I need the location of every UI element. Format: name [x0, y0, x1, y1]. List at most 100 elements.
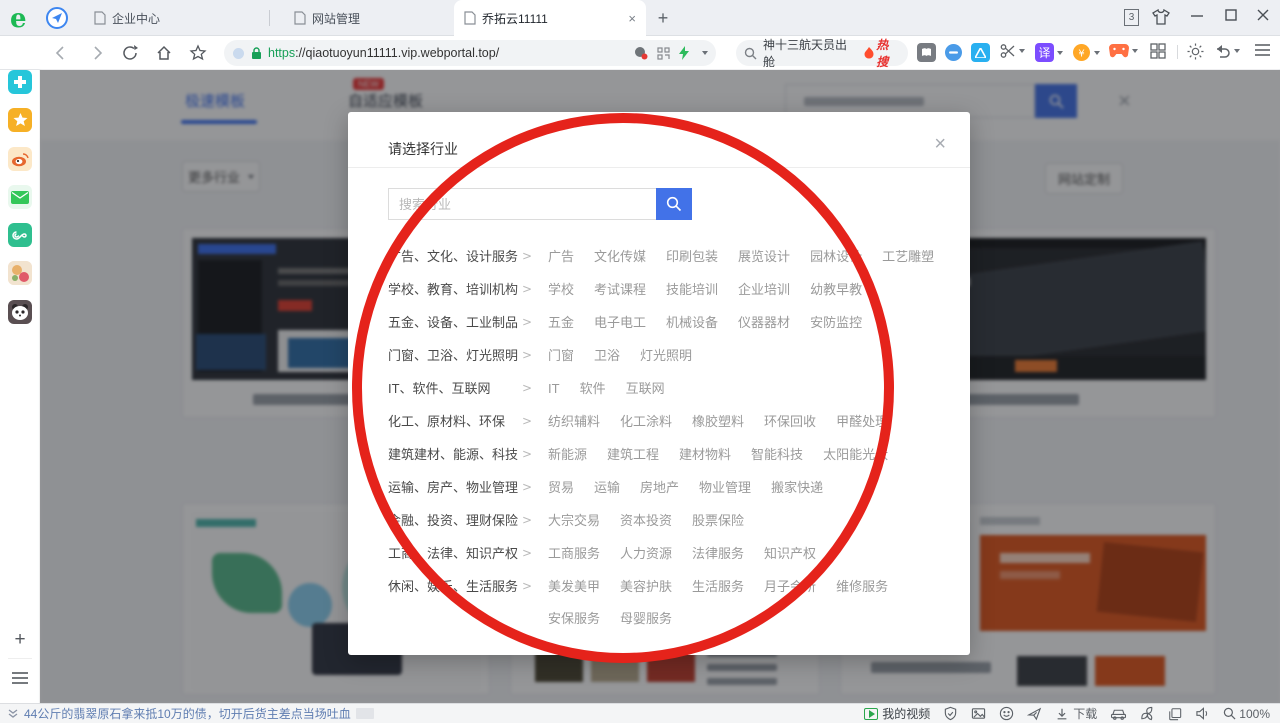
tab-close-icon[interactable]: × [628, 11, 636, 26]
list-icon[interactable] [8, 666, 32, 690]
sub-industry-item[interactable]: 电子电工 [594, 312, 646, 333]
category-label[interactable]: 化工、原材料、环保 [388, 411, 522, 432]
sub-industry-item[interactable]: 物业管理 [699, 477, 751, 498]
maximize-button[interactable] [1224, 7, 1240, 23]
forward-icon[interactable] [88, 44, 106, 62]
industry-search-button[interactable] [656, 188, 692, 220]
sub-industry-item[interactable]: 安防监控 [810, 312, 862, 333]
weibo-icon[interactable] [8, 147, 32, 171]
category-label[interactable]: IT、软件、互联网 [388, 378, 522, 399]
category-label[interactable]: 金融、投资、理财保险 [388, 510, 522, 531]
chevron-down-icon[interactable] [702, 51, 708, 55]
chevron-double-down-icon[interactable] [8, 709, 18, 719]
sub-industry-item[interactable]: 维修服务 [836, 576, 888, 597]
sub-industry-item[interactable]: 资本投资 [620, 510, 672, 531]
sub-industry-item[interactable]: 互联网 [626, 378, 665, 399]
sub-industry-item[interactable]: 企业培训 [738, 279, 790, 300]
notebook-icon[interactable] [917, 43, 936, 62]
sub-industry-item[interactable]: 太阳能光伏 [823, 444, 888, 465]
sub-industry-item[interactable]: 工艺雕塑 [882, 246, 934, 267]
sub-industry-item[interactable]: 广告 [548, 246, 574, 267]
dialog-close-icon[interactable]: × [934, 134, 946, 154]
sub-industry-item[interactable]: 股票保险 [692, 510, 744, 531]
download-button[interactable]: 下载 [1055, 705, 1097, 722]
chevron-down-icon[interactable] [1132, 49, 1138, 53]
industry-search-input[interactable] [388, 188, 656, 220]
car-icon[interactable] [1110, 707, 1127, 720]
sub-industry-item[interactable]: 门窗 [548, 345, 574, 366]
sub-industry-item[interactable]: 环保回收 [764, 411, 816, 432]
chevron-down-icon[interactable] [1094, 51, 1100, 55]
zoom-control[interactable]: 100% [1223, 707, 1270, 721]
sub-industry-item[interactable]: 美发美甲 [548, 576, 600, 597]
art-app-icon[interactable] [8, 261, 32, 285]
sub-industry-item[interactable]: 智能科技 [751, 444, 803, 465]
sub-industry-item[interactable]: 知识产权 [764, 543, 816, 564]
chevron-down-icon[interactable] [1234, 49, 1240, 53]
sub-industry-item[interactable]: 仪器器材 [738, 312, 790, 333]
address-bar[interactable]: https://qiaotuoyun11111.vip.webportal.to… [224, 40, 716, 66]
sub-industry-item[interactable]: 母婴服务 [620, 608, 672, 629]
site-info-icon[interactable] [232, 47, 245, 60]
shirt-icon[interactable] [1152, 9, 1170, 25]
image-icon[interactable] [971, 706, 986, 721]
category-label[interactable]: 门窗、卫浴、灯光照明 [388, 345, 522, 366]
category-label[interactable]: 五金、设备、工业制品 [388, 312, 522, 333]
sub-industry-item[interactable]: 化工涂料 [620, 411, 672, 432]
hot-search-label[interactable]: 热搜 [876, 36, 900, 70]
minus-circle-icon[interactable] [944, 43, 963, 62]
sub-industry-item[interactable]: 人力资源 [620, 543, 672, 564]
tab-count-badge[interactable]: 3 [1124, 9, 1139, 26]
shield-icon[interactable] [943, 706, 958, 721]
sub-industry-item[interactable]: 运输 [594, 477, 620, 498]
sub-industry-item[interactable]: 安保服务 [548, 608, 600, 629]
toolbar-search[interactable]: 神十三航天员出舱 热搜 [736, 40, 908, 66]
link-app-icon[interactable] [8, 223, 32, 247]
sub-industry-item[interactable]: 机械设备 [666, 312, 718, 333]
apps-grid-icon[interactable] [1150, 43, 1166, 59]
emoji-icon[interactable] [999, 706, 1014, 721]
sub-industry-item[interactable]: 大宗交易 [548, 510, 600, 531]
sub-industry-item[interactable]: 五金 [548, 312, 574, 333]
health-app-icon[interactable] [8, 70, 32, 94]
qr-icon[interactable] [657, 47, 670, 60]
sub-industry-item[interactable]: 搬家快递 [771, 477, 823, 498]
chevron-down-icon[interactable] [1019, 49, 1025, 53]
browser-logo[interactable]: e [10, 4, 27, 34]
sub-industry-item[interactable]: 贸易 [548, 477, 574, 498]
shield-dot-icon[interactable] [634, 46, 648, 60]
sub-industry-item[interactable]: 新能源 [548, 444, 587, 465]
my-videos-button[interactable]: 我的视频 [864, 705, 930, 722]
sub-industry-item[interactable]: 灯光照明 [640, 345, 692, 366]
category-label[interactable]: 休闲、娱乐、生活服务 [388, 576, 522, 597]
category-label[interactable]: 学校、教育、培训机构 [388, 279, 522, 300]
sub-industry-item[interactable]: 文化传媒 [594, 246, 646, 267]
back-icon[interactable] [52, 44, 70, 62]
sub-industry-item[interactable]: 幼教早教 [810, 279, 862, 300]
sub-industry-item[interactable]: 建筑工程 [607, 444, 659, 465]
panda-app-icon[interactable] [8, 300, 32, 324]
sub-industry-item[interactable]: 房地产 [640, 477, 679, 498]
sub-industry-item[interactable]: 建材物料 [679, 444, 731, 465]
category-label[interactable]: 建筑建材、能源、科技 [388, 444, 522, 465]
sub-industry-item[interactable]: 印刷包装 [666, 246, 718, 267]
chevron-down-icon[interactable] [1057, 51, 1063, 55]
sub-industry-item[interactable]: 法律服务 [692, 543, 744, 564]
category-label[interactable]: 运输、房产、物业管理 [388, 477, 522, 498]
translate-icon[interactable]: 译 [1035, 43, 1063, 62]
sun-icon[interactable] [1187, 43, 1204, 60]
rocket-icon[interactable] [1027, 706, 1042, 721]
compass-icon[interactable] [46, 7, 68, 29]
sub-industry-item[interactable]: 美容护肤 [620, 576, 672, 597]
sub-industry-item[interactable]: 园林设计 [810, 246, 862, 267]
tab-qiaotuoyun[interactable]: 乔拓云11111 × [454, 0, 646, 36]
sub-industry-item[interactable]: 甲醛处理 [836, 411, 888, 432]
new-tab-button[interactable]: + [652, 8, 674, 30]
star-icon[interactable] [189, 44, 207, 62]
mail-icon[interactable] [8, 185, 32, 209]
sub-industry-item[interactable]: 考试课程 [594, 279, 646, 300]
favorites-star-icon[interactable] [8, 108, 32, 132]
tab-site-management[interactable]: 网站管理 [284, 0, 470, 36]
sub-industry-item[interactable]: 工商服务 [548, 543, 600, 564]
undo-icon[interactable] [1214, 43, 1240, 58]
